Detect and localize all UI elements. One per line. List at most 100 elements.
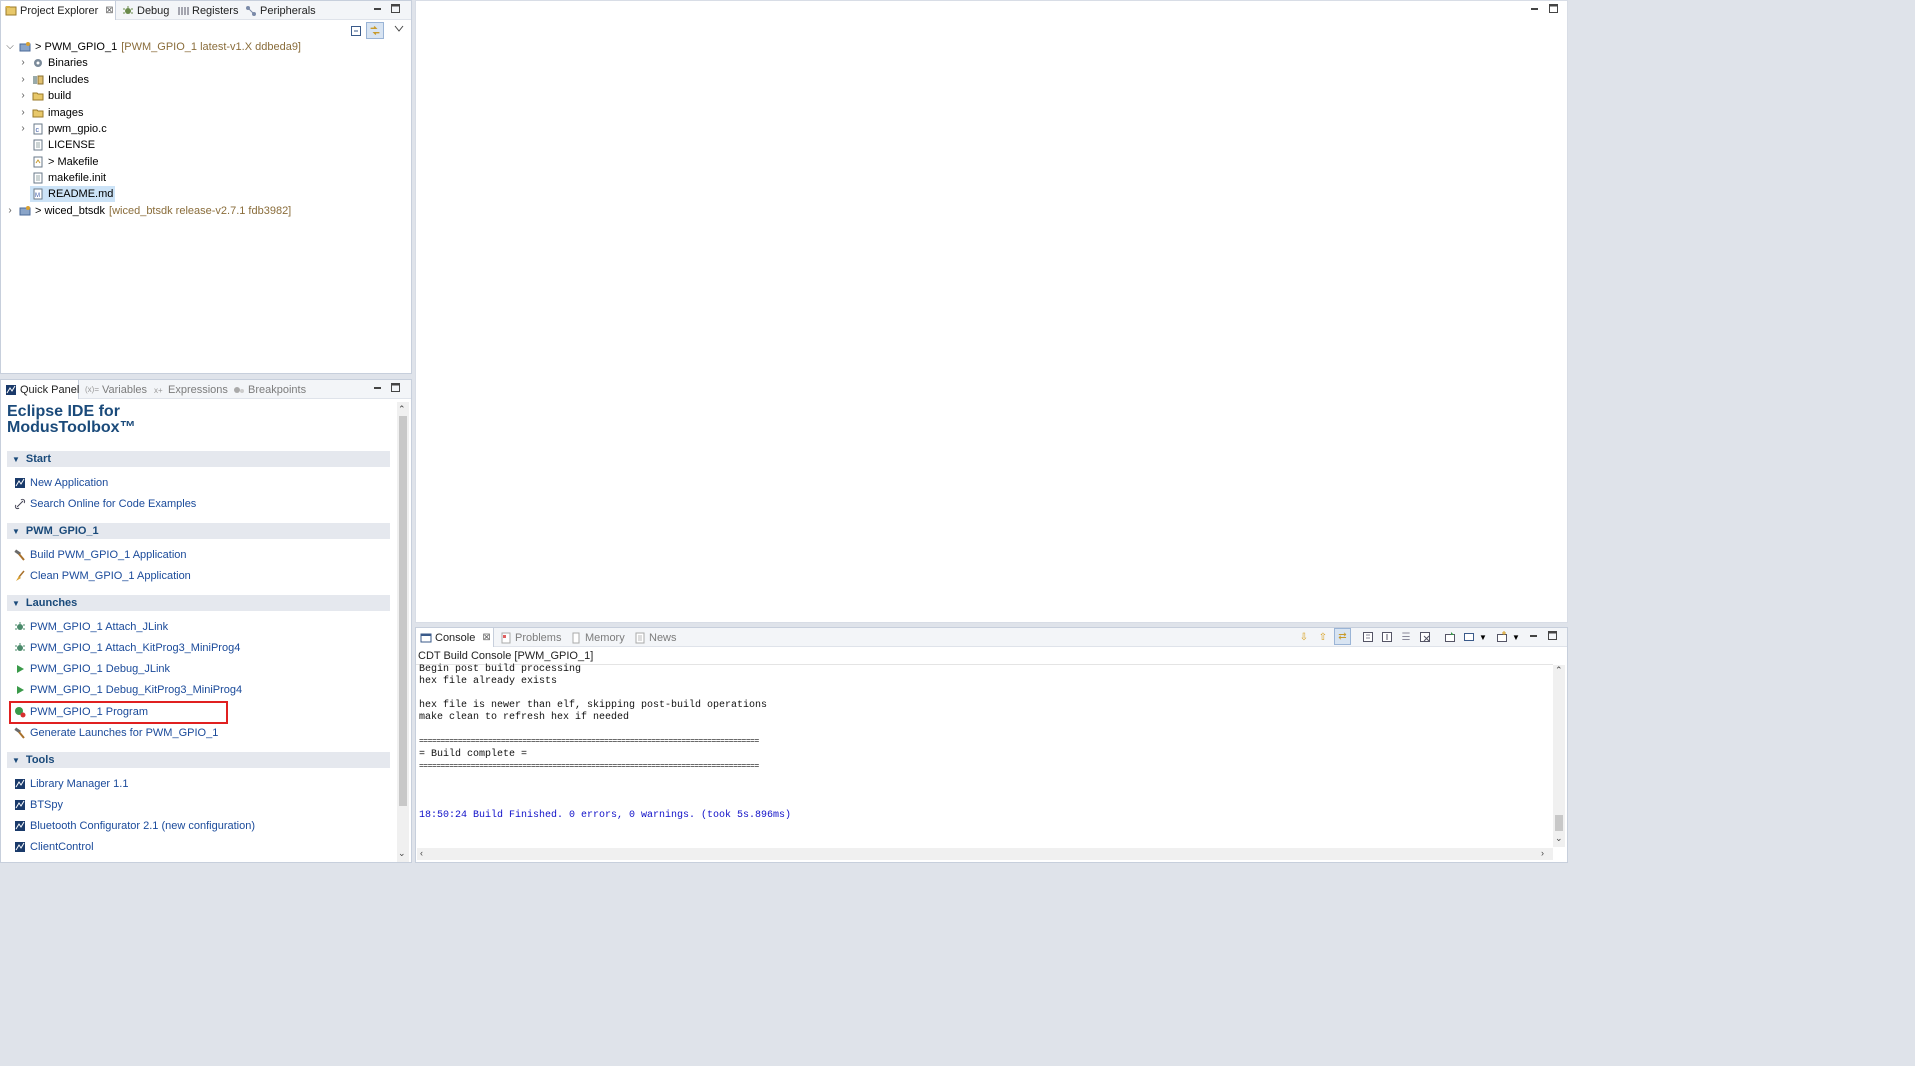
- search-code-examples-link[interactable]: Search Online for Code Examples: [14, 496, 196, 512]
- tree-item-images[interactable]: › images: [18, 105, 83, 121]
- remove-launch-icon[interactable]: [1418, 630, 1432, 644]
- console-horizontal-scrollbar[interactable]: ‹ ›: [417, 848, 1553, 860]
- launch-debug-jlink[interactable]: PWM_GPIO_1 Debug_JLink: [14, 661, 170, 677]
- section-start[interactable]: ▼ Start: [7, 451, 390, 467]
- collapsed-chevron-icon[interactable]: ›: [18, 91, 28, 101]
- tab-debug[interactable]: Debug: [118, 1, 173, 20]
- pin-console-icon[interactable]: [1380, 630, 1394, 644]
- tree-item-build[interactable]: › build: [18, 88, 71, 104]
- open-console-icon[interactable]: [1443, 630, 1457, 644]
- tab-peripherals[interactable]: Peripherals: [241, 1, 320, 20]
- tab-variables[interactable]: (x)= Variables: [81, 380, 151, 399]
- launch-debug-kitprog3[interactable]: PWM_GPIO_1 Debug_KitProg3_MiniProg4: [14, 682, 242, 698]
- tab-label: Breakpoints: [248, 383, 307, 396]
- generate-launches-link[interactable]: Generate Launches for PWM_GPIO_1: [14, 725, 218, 741]
- scroll-up-icon[interactable]: ⇧: [1316, 630, 1330, 644]
- hammer-icon: [14, 549, 25, 561]
- tree-item-includes[interactable]: › Includes: [18, 72, 89, 88]
- tree-item-makefile-init[interactable]: makefile.init: [32, 170, 106, 186]
- variables-icon: (x)=: [85, 385, 99, 394]
- scroll-lock-icon[interactable]: ⇄: [1334, 628, 1351, 645]
- quick-panel-scrollbar[interactable]: ⌃ ⌄: [397, 402, 409, 862]
- link-with-editor-icon[interactable]: [366, 22, 384, 39]
- clean-application-link[interactable]: Clean PWM_GPIO_1 Application: [14, 568, 191, 584]
- collapsed-chevron-icon[interactable]: ›: [5, 206, 15, 216]
- collapsed-chevron-icon[interactable]: ›: [18, 58, 28, 68]
- tree-item-wiced-btsdk[interactable]: › > wiced_btsdk [wiced_btsdk release-v2.…: [5, 203, 291, 219]
- tree-item-label: pwm_gpio.c: [48, 123, 107, 135]
- tree-item-label: > PWM_GPIO_1: [35, 41, 118, 53]
- text-file-icon: [33, 172, 43, 184]
- tab-registers[interactable]: Registers: [173, 1, 242, 20]
- memory-icon: [572, 632, 580, 643]
- library-manager-link[interactable]: Library Manager 1.1: [14, 776, 128, 792]
- build-application-link[interactable]: Build PWM_GPIO_1 Application: [14, 547, 187, 563]
- tree-item-pwm-gpio-c[interactable]: › c pwm_gpio.c: [18, 121, 107, 137]
- tab-problems[interactable]: Problems: [496, 628, 565, 647]
- client-control-link[interactable]: ClientControl: [14, 839, 94, 855]
- scroll-down-icon[interactable]: ⇩: [1297, 630, 1311, 644]
- maximize-icon[interactable]: [390, 382, 401, 393]
- bug-icon: [15, 622, 25, 630]
- expanded-chevron-icon[interactable]: ⌵: [5, 42, 15, 52]
- launch-attach-jlink[interactable]: PWM_GPIO_1 Attach_JLink: [14, 619, 168, 635]
- section-project[interactable]: ▼ PWM_GPIO_1: [7, 523, 390, 539]
- new-console-icon[interactable]: [1495, 630, 1509, 644]
- collapsed-chevron-icon[interactable]: ›: [18, 75, 28, 85]
- tab-label: Quick Panel: [20, 383, 80, 396]
- minimize-icon[interactable]: [1528, 630, 1539, 641]
- btspy-link[interactable]: BTSpy: [14, 797, 63, 813]
- tree-item-license[interactable]: LICENSE: [32, 137, 95, 153]
- tab-console[interactable]: Console ⊠: [416, 628, 494, 647]
- minimize-icon[interactable]: [372, 382, 383, 393]
- maximize-icon[interactable]: [390, 3, 401, 14]
- tree-item-label: Includes: [48, 74, 89, 86]
- close-tab-icon[interactable]: ⊠: [105, 5, 113, 16]
- svg-text:c: c: [36, 127, 40, 134]
- tree-item-binaries[interactable]: › Binaries: [18, 55, 87, 71]
- console-line: ========================================…: [419, 762, 759, 771]
- new-application-link[interactable]: New Application: [14, 475, 108, 491]
- collapsed-chevron-icon[interactable]: ›: [18, 108, 28, 118]
- svg-text:x+: x+: [154, 386, 163, 395]
- view-menu-icon[interactable]: [394, 25, 404, 33]
- maximize-icon[interactable]: [1548, 3, 1559, 14]
- tree-item-readme[interactable]: M README.md: [30, 186, 116, 202]
- bug-icon: [15, 643, 25, 651]
- close-tab-icon[interactable]: ⊠: [482, 632, 490, 643]
- tab-expressions[interactable]: x+ Expressions: [149, 380, 232, 399]
- tab-quick-panel[interactable]: Quick Panel: [1, 380, 79, 399]
- scrollbar-thumb[interactable]: [399, 416, 407, 806]
- tab-project-explorer[interactable]: Project Explorer ⊠: [1, 1, 116, 20]
- expanded-triangle-icon: ▼: [12, 526, 20, 536]
- minimize-icon[interactable]: [372, 3, 383, 14]
- display-console-icon[interactable]: [1462, 630, 1476, 644]
- console-icon: [420, 633, 432, 642]
- bluetooth-configurator-link[interactable]: Bluetooth Configurator 2.1 (new configur…: [14, 818, 255, 834]
- collapse-all-icon[interactable]: [350, 25, 362, 37]
- tree-item-label: build: [48, 90, 72, 102]
- console-line: hex file already exists: [419, 676, 558, 687]
- problems-icon: [501, 632, 511, 643]
- tab-label: Project Explorer: [20, 4, 99, 17]
- section-launches[interactable]: ▼ Launches: [7, 595, 390, 611]
- tab-memory[interactable]: Memory: [566, 628, 629, 647]
- tree-item-makefile[interactable]: > Makefile: [32, 154, 98, 170]
- console-vertical-scrollbar[interactable]: ⌃ ⌄: [1553, 665, 1565, 847]
- link-icon: [14, 498, 26, 510]
- collapsed-chevron-icon[interactable]: ›: [18, 124, 28, 134]
- clear-console-icon[interactable]: [1361, 630, 1375, 644]
- section-tools[interactable]: ▼ Tools: [7, 752, 390, 768]
- play-icon: [17, 665, 24, 673]
- new-console-dropdown-icon[interactable]: ▼: [1511, 630, 1521, 644]
- tree-item-pwm-gpio-1[interactable]: ⌵ > PWM_GPIO_1 [PWM_GPIO_1 latest-v1.X d…: [5, 39, 301, 55]
- tab-news[interactable]: News: [630, 628, 681, 647]
- maximize-icon[interactable]: [1547, 630, 1558, 641]
- scrollbar-thumb[interactable]: [1555, 815, 1563, 831]
- launch-attach-kitprog3[interactable]: PWM_GPIO_1 Attach_KitProg3_MiniProg4: [14, 640, 240, 656]
- breakpoints-icon: [234, 386, 244, 393]
- minimize-icon[interactable]: [1529, 3, 1540, 14]
- display-console-dropdown-icon[interactable]: ▼: [1478, 630, 1488, 644]
- word-wrap-icon[interactable]: ☰: [1399, 630, 1413, 644]
- tab-breakpoints[interactable]: Breakpoints: [229, 380, 310, 399]
